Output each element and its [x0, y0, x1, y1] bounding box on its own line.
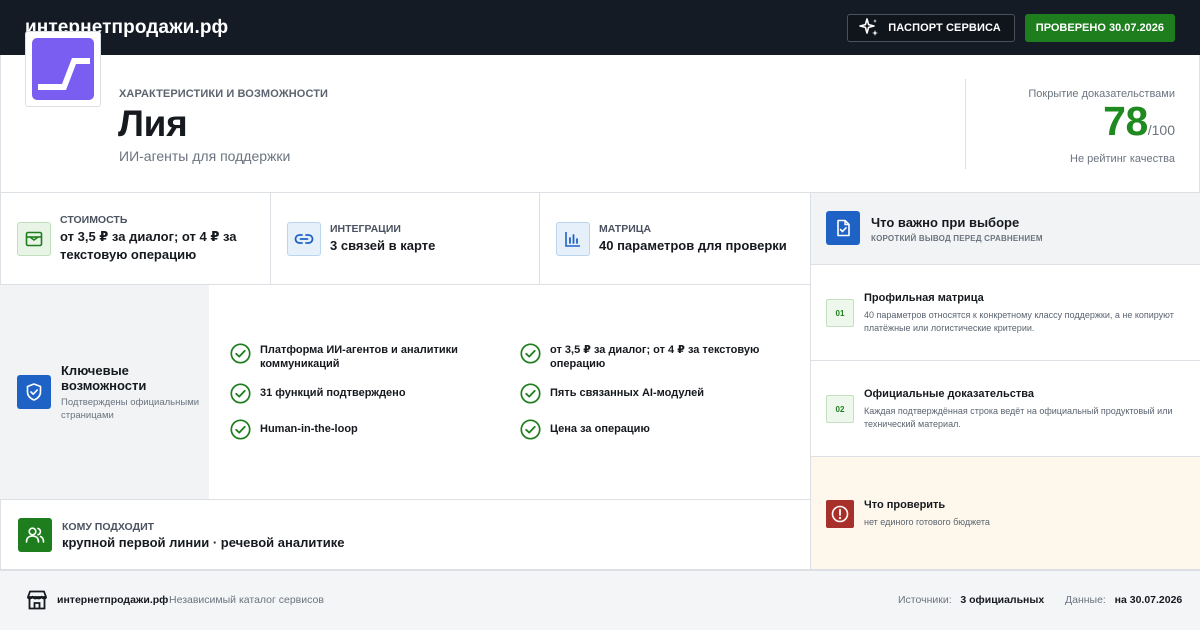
hero-kicker: ХАРАКТЕРИСТИКИ И ВОЗМОЖНОСТИ [119, 88, 329, 100]
hero-subtitle: ИИ-агенты для поддержки [119, 148, 291, 164]
feature-text: Human-in-the-loop [260, 423, 358, 435]
check-circle-icon [230, 419, 251, 440]
footer-sources: Источники: 3 официальных [898, 594, 1044, 606]
tip-title: Официальные доказательства [864, 388, 1034, 400]
stat-cost-kicker: СТОИМОСТЬ [60, 214, 128, 226]
feature-text: Цена за операцию [550, 423, 650, 435]
service-passport-label: ПАСПОРТ СЕРВИСА [888, 21, 1001, 34]
hero-divider [965, 79, 966, 169]
feature-item: Пять связанных AI-модулей [520, 383, 775, 404]
service-passport-button[interactable]: ПАСПОРТ СЕРВИСА [847, 13, 1015, 42]
tip-title: Профильная матрица [864, 292, 984, 304]
score-label: Покрытие доказательствами [1028, 88, 1175, 100]
audience-kicker: КОМУ ПОДХОДИТ [62, 521, 155, 533]
warning-text: нет единого готового бюджета [864, 517, 990, 527]
check-circle-icon [230, 383, 251, 404]
feature-text: 31 функций подтверждено [260, 387, 406, 399]
storefront-icon [25, 588, 49, 612]
footer-brand[interactable]: интернетпродажи.рф [57, 594, 168, 606]
score-line: 78/100 [1028, 101, 1175, 151]
document-check-icon [826, 211, 860, 245]
key-features-title: Ключевые возможности [61, 363, 147, 393]
feature-item: Цена за операцию [520, 419, 775, 440]
score-max: /100 [1147, 122, 1175, 138]
feature-item: 31 функций подтверждено [230, 383, 485, 404]
footer-date: Данные: на 30.07.2026 [1065, 594, 1182, 606]
key-features-subtitle: Подтверждены официальными страницами [61, 397, 200, 421]
score-note: Не рейтинг качества [1070, 153, 1175, 165]
tip-number-badge: 02 [826, 395, 854, 423]
stat-matrix-value: 40 параметров для проверки [599, 238, 787, 253]
wallet-icon [17, 222, 51, 256]
selection-tips-subtitle: КОРОТКИЙ ВЫВОД ПЕРЕД СРАВНЕНИЕМ [871, 234, 1043, 243]
stat-integrations-value: 3 связей в карте [330, 238, 436, 253]
stat-cost-value: от 3,5 ₽ за диалог; от 4 ₽ за текстовую … [60, 229, 237, 262]
sources-label: Источники: [898, 594, 952, 606]
audience-value: крупной первой линии · речевой аналитике [62, 535, 345, 550]
warning-title: Что проверить [864, 499, 946, 511]
selection-tips-title: Что важно при выборе [871, 215, 1020, 230]
feature-item: Human-in-the-loop [230, 419, 485, 440]
header-actions: ПАСПОРТ СЕРВИСА ПРОВЕРЕНО 30.07.2026 [847, 13, 1175, 42]
tip-text: 40 параметров относятся к конкретному кл… [864, 310, 1174, 333]
sources-value: 3 официальных [960, 594, 1045, 606]
stat-integrations-kicker: ИНТЕГРАЦИИ [330, 223, 401, 235]
chart-icon [556, 222, 590, 256]
feature-item: от 3,5 ₽ за диалог; от 4 ₽ за текстовую … [520, 343, 775, 371]
feature-text: Пять связанных AI-модулей [550, 387, 705, 399]
check-circle-icon [520, 419, 541, 440]
service-logo [25, 31, 101, 107]
alert-icon [826, 500, 854, 528]
evidence-score: Покрытие доказательствами 78/100 Не рейт… [1028, 88, 1175, 165]
tip-number-badge: 01 [826, 299, 854, 327]
feature-text: от 3,5 ₽ за диалог; от 4 ₽ за текстовую … [550, 344, 760, 370]
verified-badge[interactable]: ПРОВЕРЕНО 30.07.2026 [1024, 13, 1175, 42]
date-label: Данные: [1065, 594, 1106, 606]
users-icon [18, 518, 52, 552]
tip-text: Каждая подтверждённая строка ведёт на оф… [864, 406, 1173, 429]
check-circle-icon [520, 383, 541, 404]
link-icon [287, 222, 321, 256]
top-bar: интернетпродажи.рф ПАСПОРТ СЕРВИСА ПРОВЕ… [0, 0, 1200, 55]
shield-icon [17, 375, 51, 409]
check-circle-icon [230, 343, 251, 364]
footer-tagline: Независимый каталог сервисов [169, 594, 324, 606]
feature-item: Платформа ИИ-агентов и аналитики коммуни… [230, 343, 485, 371]
page-title: Лия [118, 103, 188, 144]
service-logo-tile [32, 38, 94, 100]
stat-matrix-kicker: МАТРИЦА [599, 223, 652, 235]
date-value: на 30.07.2026 [1114, 594, 1183, 606]
service-logo-mark [38, 58, 90, 90]
sparkle-icon [858, 17, 880, 39]
feature-text: Платформа ИИ-агентов и аналитики коммуни… [260, 344, 458, 370]
check-circle-icon [520, 343, 541, 364]
score-value: 78 [1103, 98, 1148, 144]
check-warning-card [811, 457, 1200, 570]
